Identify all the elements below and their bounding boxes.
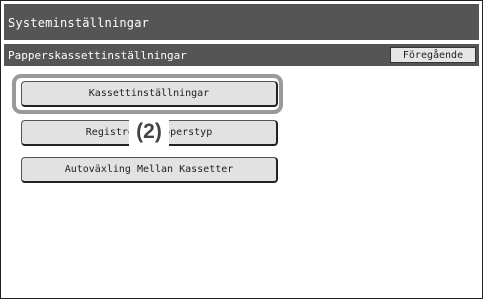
section-title: Papperskassettinställningar [8,49,187,62]
auto-tray-switching-button[interactable]: Autoväxling Mellan Kassetter [21,157,278,183]
page-title: Systeminställningar [8,16,150,30]
sub-header-bar: Papperskassettinställningar Föregående [4,44,479,66]
highlight-frame [12,74,283,114]
title-bar: Systeminställningar [4,4,479,40]
step-callout-label: (2) [129,118,169,146]
back-button[interactable]: Föregående [390,47,476,63]
